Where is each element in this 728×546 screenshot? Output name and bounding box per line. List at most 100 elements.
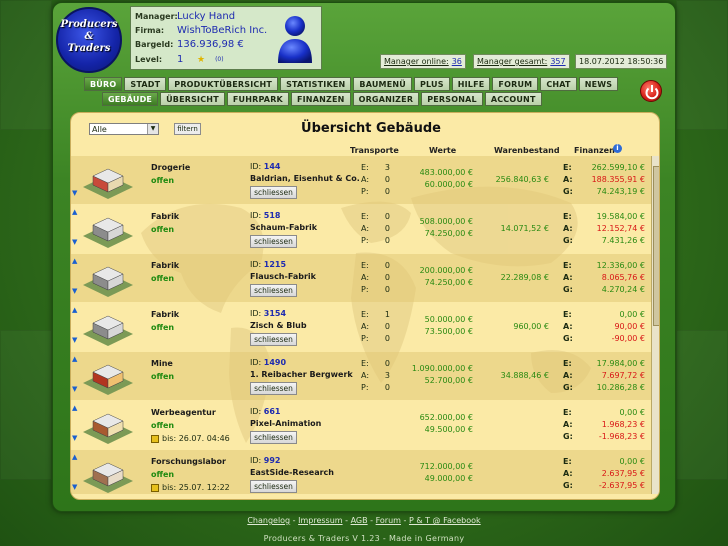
move-down-icon[interactable]: ▼ [72, 385, 77, 393]
finanz-einnahmen: 0,00 € [619, 408, 645, 417]
tab-statistiken[interactable]: STATISTIKEN [280, 77, 352, 91]
finanz-ausgaben: 1.968,23 € [601, 420, 645, 429]
footer-links: Changelog - Impressum - AGB - Forum - P … [247, 516, 481, 525]
close-building-button[interactable]: schliessen [250, 480, 297, 493]
info-icon[interactable]: i [613, 144, 622, 153]
finanz-ausgaben: 8.065,76 € [601, 273, 645, 282]
scrollbar[interactable] [651, 156, 659, 494]
move-down-icon[interactable]: ▼ [72, 434, 77, 442]
building-id-link[interactable]: 144 [264, 162, 281, 171]
level-label: Level: [135, 55, 163, 64]
move-up-icon[interactable]: ▲ [72, 306, 77, 314]
move-up-icon[interactable]: ▲ [72, 208, 77, 216]
tab-hilfe[interactable]: HILFE [451, 77, 491, 91]
finanz-einnahmen: 0,00 € [619, 457, 645, 466]
avatar[interactable] [272, 11, 318, 63]
finanz-ausgaben: 188.355,91 € [591, 175, 645, 184]
building-row: ▲ ▼ Fabrik offen ID: 3154 Zisch & Blub s… [71, 303, 651, 351]
buildings-list: ▼ Drogerie offen ID: 144 Baldrian, Eisen… [71, 156, 651, 494]
firma-label: Firma: [135, 26, 165, 35]
tab-produktuebersicht[interactable]: PRODUKTÜBERSICHT [168, 77, 279, 91]
move-up-icon[interactable]: ▲ [72, 453, 77, 461]
move-down-icon[interactable]: ▼ [72, 287, 77, 295]
wert-secondary: 74.250,00 € [424, 278, 473, 287]
manager-online-link[interactable]: 36 [452, 57, 462, 66]
move-down-icon[interactable]: ▼ [72, 336, 77, 344]
building-id-link[interactable]: 661 [264, 407, 281, 416]
tab-uebersicht[interactable]: ÜBERSICHT [160, 92, 225, 106]
finanz-gewinn: 10.286,28 € [596, 383, 645, 392]
building-name: 1. Reibacher Bergwerk [250, 370, 353, 379]
close-building-button[interactable]: schliessen [250, 382, 297, 395]
tab-personal[interactable]: PERSONAL [421, 92, 483, 106]
tab-news[interactable]: NEWS [578, 77, 619, 91]
filter-button[interactable]: filtern [174, 123, 201, 135]
close-building-button[interactable]: schliessen [250, 235, 297, 248]
building-type: Drogerie [151, 163, 191, 172]
transport-p-label: P: [361, 334, 369, 343]
move-up-icon[interactable]: ▲ [72, 257, 77, 265]
transport-e-label: E: [361, 310, 369, 319]
tab-forum[interactable]: FORUM [492, 77, 539, 91]
building-timer: bis: 26.07. 04:46 [151, 434, 230, 443]
building-thumbnail[interactable] [81, 210, 135, 250]
wert-secondary: 60.000,00 € [424, 180, 473, 189]
finanz-gewinn: 74.243,19 € [596, 187, 645, 196]
level-value: 1 [177, 54, 184, 65]
finanz-ausgaben: 12.152,74 € [596, 224, 645, 233]
building-thumbnail[interactable] [81, 406, 135, 446]
building-id-link[interactable]: 1490 [264, 358, 286, 367]
building-id-link[interactable]: 1215 [264, 260, 286, 269]
wert-value: 508.000,00 € [419, 217, 473, 226]
building-thumbnail[interactable] [81, 357, 135, 397]
transport-a-label: A: [361, 273, 370, 282]
background-tile [0, 330, 52, 480]
transport-p-label: P: [361, 236, 369, 245]
manager-total-link[interactable]: 357 [550, 57, 565, 66]
column-header-transporte: Transporte [350, 146, 399, 155]
game-logo[interactable]: Producers & Traders [56, 7, 122, 73]
building-id-link[interactable]: 518 [264, 211, 281, 220]
tab-stadt[interactable]: STADT [124, 77, 167, 91]
tab-plus[interactable]: PLUS [413, 77, 450, 91]
move-up-icon[interactable]: ▲ [72, 355, 77, 363]
star-icon: ★ [197, 54, 206, 65]
move-up-icon[interactable]: ▲ [72, 404, 77, 412]
filter-select[interactable]: Alle ▼ [89, 123, 159, 135]
close-building-button[interactable]: schliessen [250, 333, 297, 346]
manager-label: Manager: [135, 12, 178, 21]
building-thumbnail[interactable] [81, 161, 135, 201]
tab-chat[interactable]: CHAT [540, 77, 577, 91]
power-logout-button[interactable] [640, 80, 662, 102]
building-thumbnail[interactable] [81, 308, 135, 348]
tab-finanzen[interactable]: FINANZEN [290, 92, 351, 106]
building-id-link[interactable]: 992 [264, 456, 281, 465]
manager-total-box: Manager gesamt: 357 [473, 54, 570, 69]
footer-link-agb[interactable]: AGB [351, 516, 368, 525]
building-id-link[interactable]: 3154 [264, 309, 286, 318]
tab-organizer[interactable]: ORGANIZER [352, 92, 420, 106]
footer-link-facebook[interactable]: P & T @ Facebook [409, 516, 481, 525]
move-down-icon[interactable]: ▼ [72, 483, 77, 491]
building-thumbnail[interactable] [81, 455, 135, 494]
close-building-button[interactable]: schliessen [250, 186, 297, 199]
building-thumbnail[interactable] [81, 259, 135, 299]
footer-link-forum[interactable]: Forum [376, 516, 401, 525]
close-building-button[interactable]: schliessen [250, 431, 297, 444]
move-down-icon[interactable]: ▼ [72, 189, 77, 197]
scrollbar-thumb[interactable] [653, 166, 659, 326]
tab-gebaeude[interactable]: GEBÄUDE [102, 92, 159, 106]
wert-secondary: 52.700,00 € [424, 376, 473, 385]
tab-baumenue[interactable]: BAUMENÜ [353, 77, 412, 91]
firma-name: WishToBeRich Inc. [177, 25, 268, 36]
tab-account[interactable]: ACCOUNT [484, 92, 542, 106]
tab-fuhrpark[interactable]: FUHRPARK [226, 92, 289, 106]
column-header-werte: Werte [429, 146, 457, 155]
close-building-button[interactable]: schliessen [250, 284, 297, 297]
finanz-gewinn: 4.270,24 € [601, 285, 645, 294]
move-down-icon[interactable]: ▼ [72, 238, 77, 246]
footer-link-impressum[interactable]: Impressum [298, 516, 342, 525]
transport-p-label: P: [361, 285, 369, 294]
tab-buero[interactable]: BÜRO [84, 77, 123, 91]
footer-link-changelog[interactable]: Changelog [247, 516, 290, 525]
